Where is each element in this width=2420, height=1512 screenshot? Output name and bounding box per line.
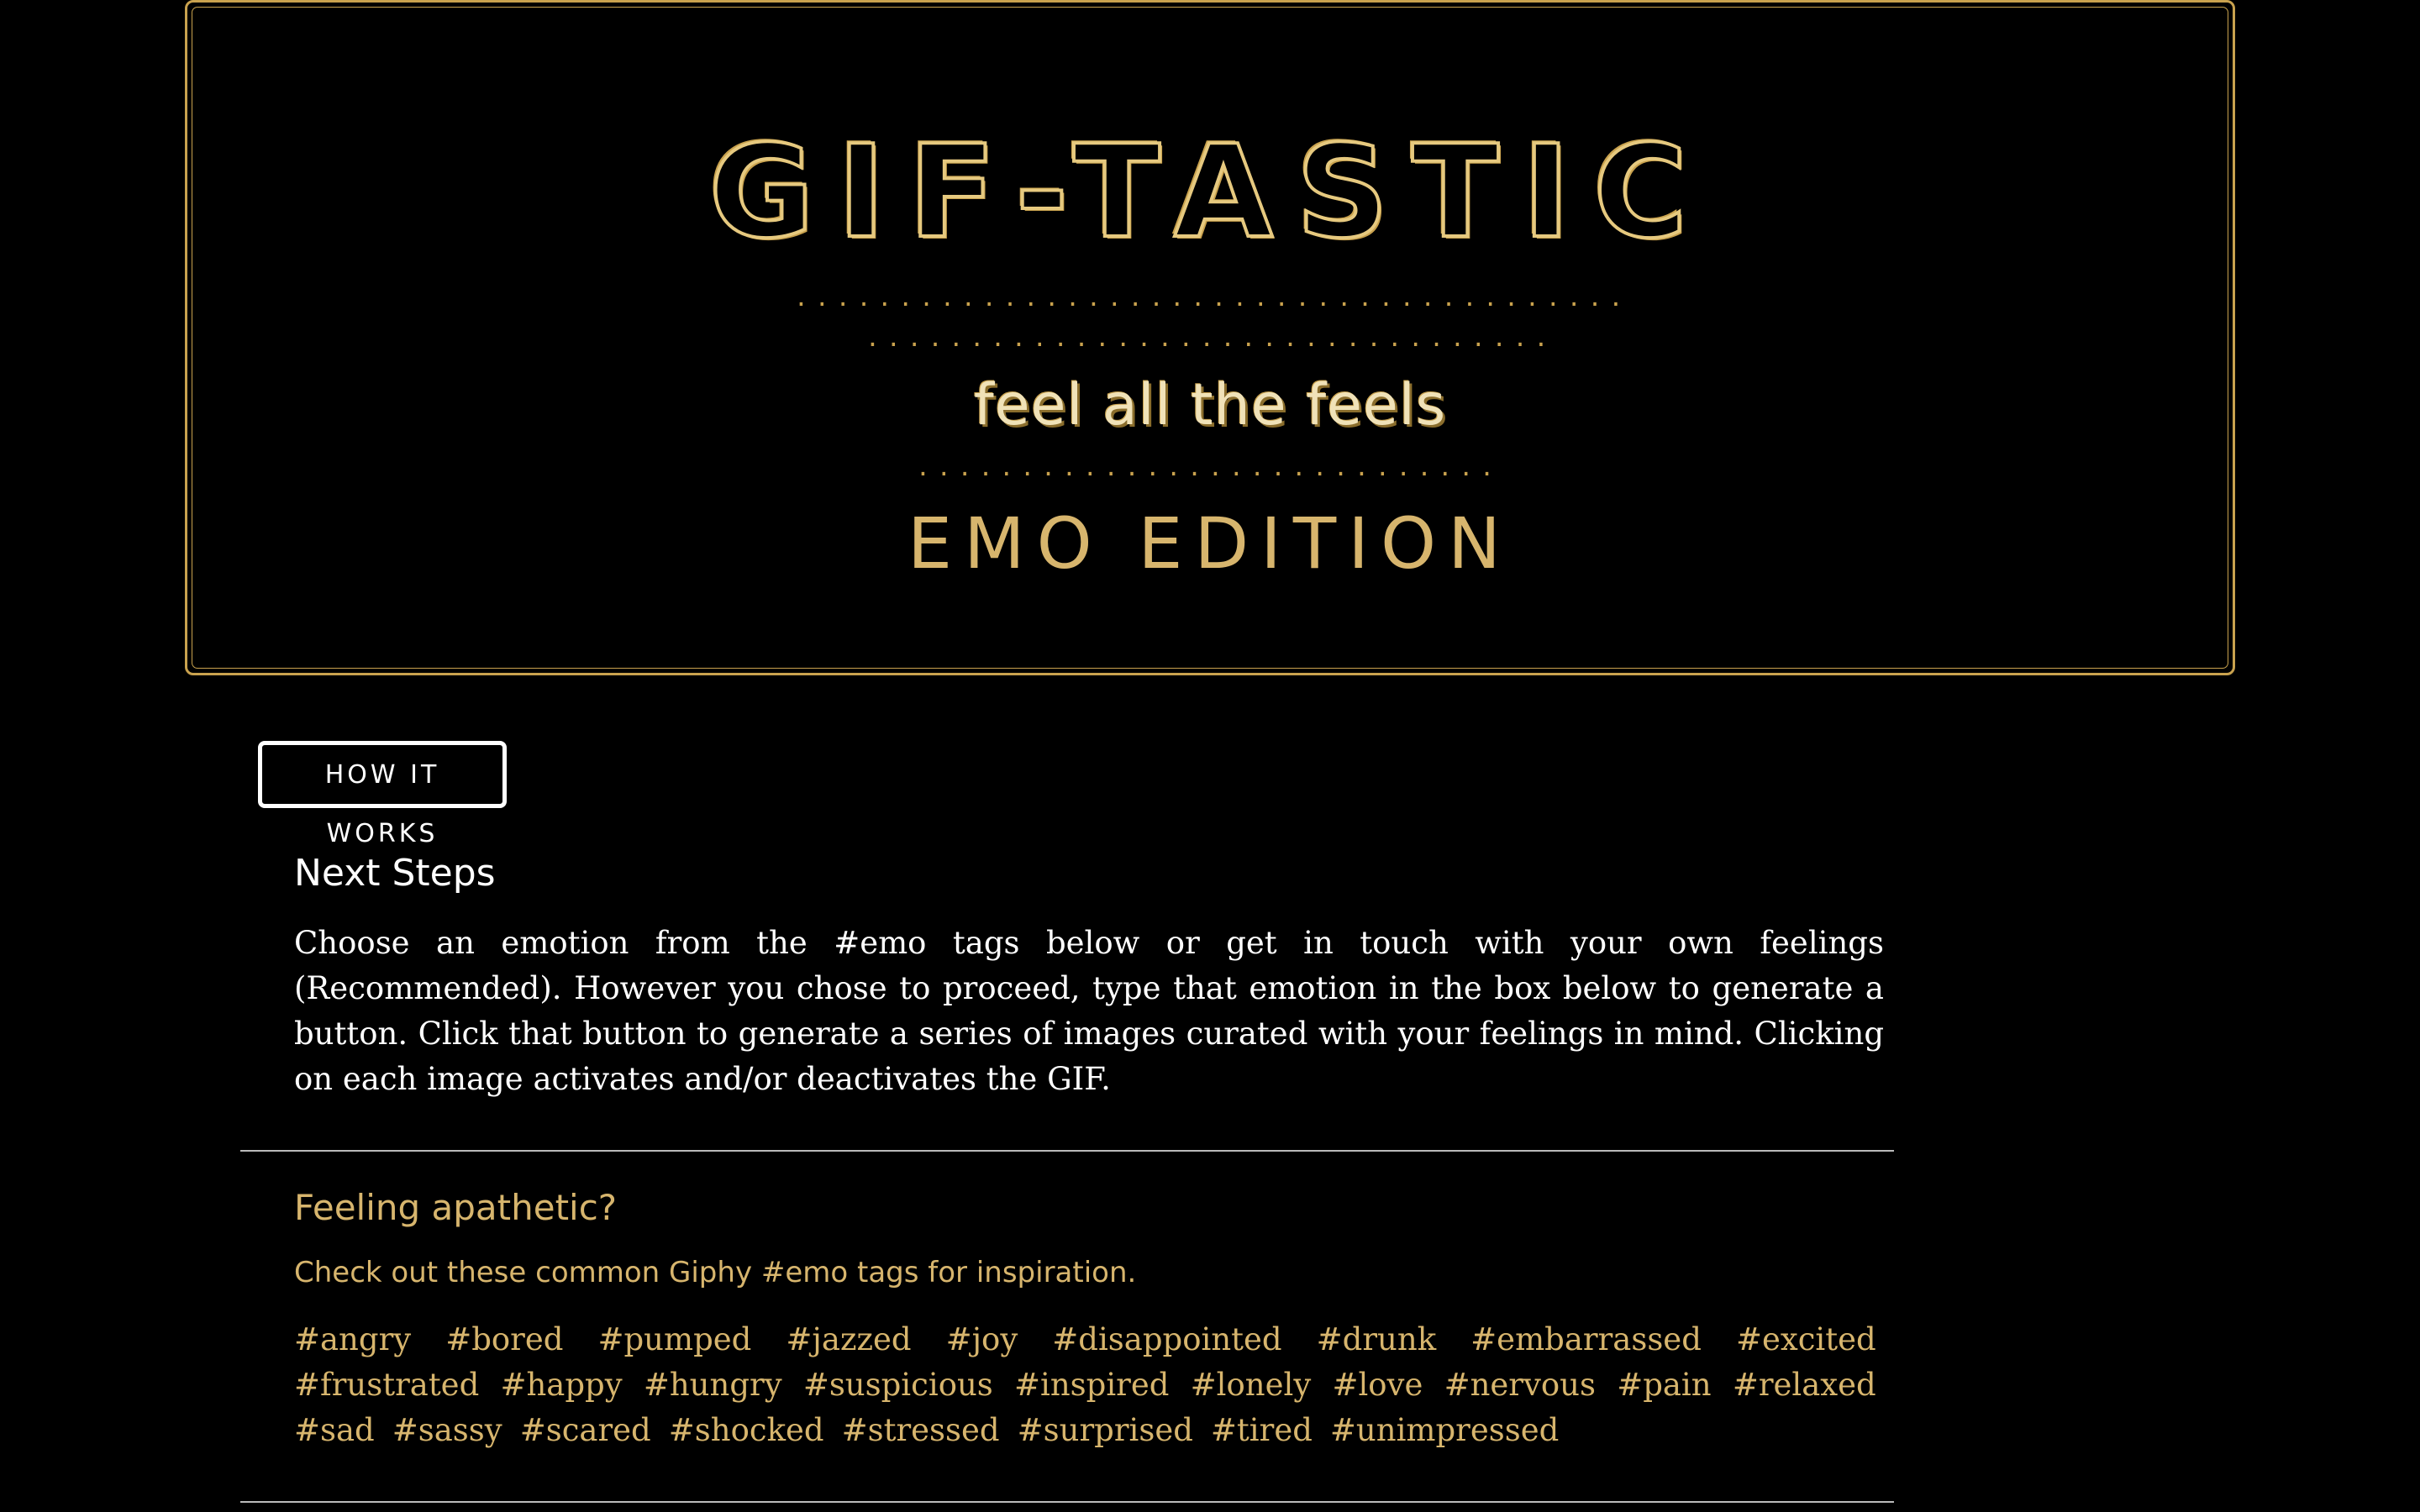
emo-tag[interactable]: #hungry [644,1367,782,1403]
dotted-divider: ........................................… [794,286,1626,310]
emo-tag[interactable]: #drunk [1317,1321,1436,1357]
emo-tag[interactable]: #embarrassed [1470,1321,1702,1357]
emo-tag[interactable]: #jazzed [786,1321,911,1357]
emo-tag[interactable]: #suspicious [803,1367,993,1403]
header-banner: GIF-TASTIC .............................… [185,0,2235,675]
emo-tag[interactable]: #pumped [598,1321,752,1357]
site-logo: GIF-TASTIC [708,118,1711,266]
edition-title: EMO EDITION [908,502,1512,585]
page: GIF-TASTIC .............................… [0,0,2420,1512]
emo-tag[interactable]: #nervous [1444,1367,1596,1403]
emo-tag[interactable]: #love [1332,1367,1423,1403]
emo-tag[interactable]: #angry [294,1321,411,1357]
emo-tag[interactable]: #sassy [392,1412,502,1448]
apathetic-subtitle: Check out these common Giphy #emo tags f… [294,1256,1137,1289]
emo-tag[interactable]: #sad [294,1412,375,1448]
emo-tag[interactable]: #tired [1211,1412,1313,1448]
section-divider [240,1150,1894,1152]
emo-tag[interactable]: #shocked [669,1412,824,1448]
dotted-divider: ........................................… [865,327,1555,350]
emo-tag[interactable]: #excited [1736,1321,1876,1357]
emo-tag[interactable]: #bored [445,1321,563,1357]
emo-tag[interactable]: #happy [500,1367,622,1403]
emo-tag[interactable]: #inspired [1014,1367,1169,1403]
dotted-divider: ........................................… [916,456,1504,480]
emo-tag[interactable]: #pain [1617,1367,1711,1403]
emo-tag[interactable]: #disappointed [1052,1321,1281,1357]
emo-tag[interactable]: #relaxed [1733,1367,1876,1403]
emo-tag[interactable]: #scared [520,1412,651,1448]
section-divider [240,1501,1894,1503]
emo-tag[interactable]: #unimpressed [1330,1412,1559,1448]
apathetic-title: Feeling apathetic? [294,1187,618,1228]
emo-tag[interactable]: #stressed [842,1412,1000,1448]
emo-tag-list: #angry #bored #pumped #jazzed #joy #disa… [294,1317,1884,1453]
emo-tag[interactable]: #frustrated [294,1367,479,1403]
tagline: feel all the feels [973,372,1447,438]
next-steps-body: Choose an emotion from the #emo tags bel… [294,925,1884,1097]
emo-tag[interactable]: #lonely [1191,1367,1312,1403]
emo-tag[interactable]: #joy [946,1321,1018,1357]
emo-tag[interactable]: #surprised [1018,1412,1193,1448]
next-steps-title: Next Steps [294,852,496,895]
how-it-works-button[interactable]: HOW IT WORKS [258,741,507,848]
